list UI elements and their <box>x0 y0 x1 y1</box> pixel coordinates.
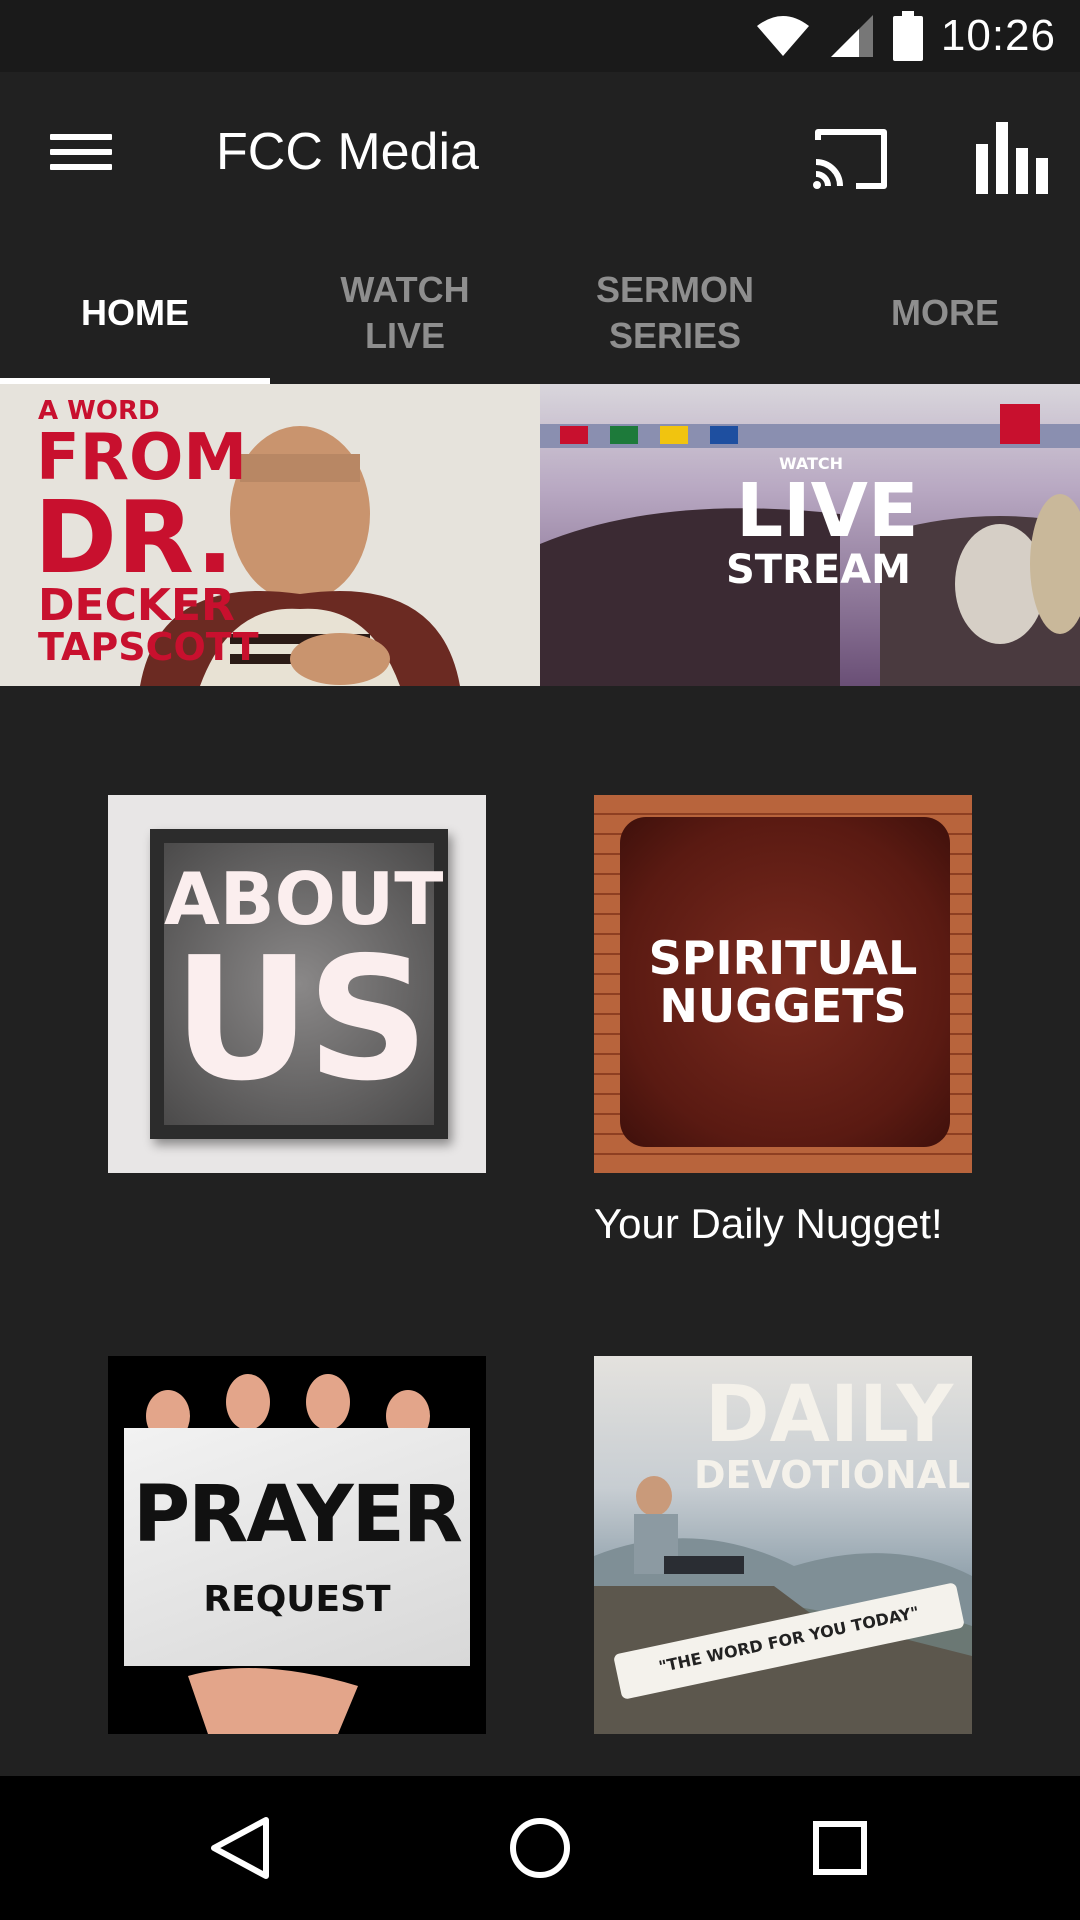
about-us-line2: US <box>172 921 429 1119</box>
nuggets-line2: NUGGETS <box>659 979 907 1033</box>
nuggets-line1: SPIRITUAL <box>648 931 918 985</box>
devotional-line1: DAILY <box>704 1370 954 1460</box>
tab-bar: HOME WATCH LIVE SERMON SERIES MORE <box>0 242 1080 384</box>
hero-left-line4: DECKER <box>38 580 235 631</box>
home-icon[interactable] <box>504 1812 576 1884</box>
prayer-line2: REQUEST <box>203 1579 391 1620</box>
hero-left-line5: TAPSCOTT <box>38 625 259 669</box>
about-us-tile[interactable]: ABOUT US <box>108 795 486 1173</box>
prayer-line1: PRAYER <box>133 1470 463 1560</box>
wifi-icon <box>756 16 809 56</box>
back-icon[interactable] <box>204 1812 276 1884</box>
tab-sermon-series[interactable]: SERMON SERIES <box>540 242 810 384</box>
tab-more[interactable]: MORE <box>810 242 1080 384</box>
tab-watch-live[interactable]: WATCH LIVE <box>270 242 540 384</box>
hero-right-line2: LIVE <box>736 468 919 554</box>
hero-right-line3: STREAM <box>726 547 911 593</box>
word-from-dr-tile[interactable]: A WORD FROM DR. DECKER TAPSCOTT <box>0 384 540 686</box>
menu-icon[interactable] <box>46 122 116 182</box>
daily-devotional-tile[interactable]: DAILY DEVOTIONAL "THE WORD FOR YOU TODAY… <box>594 1356 972 1734</box>
tab-home[interactable]: HOME <box>0 242 270 384</box>
hero-banner: A WORD FROM DR. DECKER TAPSCOTT WATCH LI… <box>0 384 1080 686</box>
watch-live-stream-tile[interactable]: WATCH LIVE STREAM <box>540 384 1080 686</box>
cast-icon[interactable] <box>810 124 890 194</box>
bar-chart-icon[interactable] <box>970 122 1050 194</box>
clock: 10:26 <box>940 11 1056 60</box>
hero-left-line3: DR. <box>34 479 234 596</box>
cell-signal-icon <box>830 15 873 57</box>
navigation-bar <box>0 1776 1080 1920</box>
prayer-request-tile[interactable]: PRAYER REQUEST <box>108 1356 486 1734</box>
nuggets-caption: Your Daily Nugget! <box>594 1200 943 1247</box>
devotional-line2: DEVOTIONAL <box>694 1453 971 1497</box>
app-title: FCC Media <box>216 123 479 181</box>
battery-icon <box>892 11 923 61</box>
spiritual-nuggets-tile[interactable]: SPIRITUAL NUGGETS <box>594 795 972 1173</box>
recents-icon[interactable] <box>804 1812 876 1884</box>
app-bar: FCC Media <box>0 72 1080 242</box>
status-bar: 10:26 <box>0 0 1080 72</box>
